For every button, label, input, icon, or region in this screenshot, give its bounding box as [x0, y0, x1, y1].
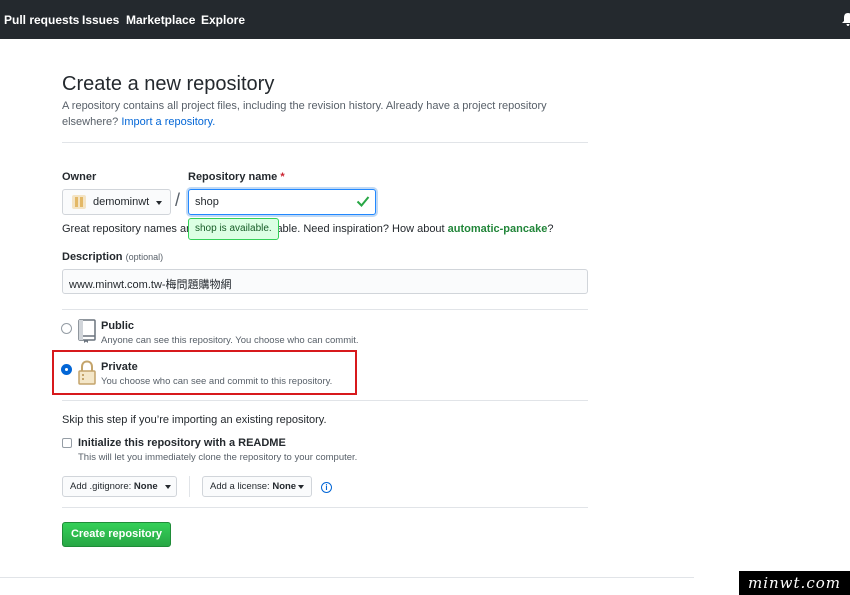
- import-repository-link[interactable]: Import a repository.: [121, 116, 215, 128]
- hint-suffix: rable. Need inspiration? How about: [272, 223, 445, 235]
- footer-divider: [0, 577, 694, 578]
- gitignore-select[interactable]: Add .gitignore: None: [62, 476, 177, 497]
- required-mark: *: [280, 171, 285, 183]
- gitignore-value: None: [133, 481, 158, 492]
- hint-prefix: Great repository names ar: [62, 223, 190, 235]
- repo-name-input[interactable]: shop: [188, 189, 376, 215]
- owner-name: demominwt: [93, 196, 150, 208]
- name-hint: Great repository names ar rable. Need ins…: [62, 223, 553, 235]
- skip-note: Skip this step if you’re importing an ex…: [62, 414, 327, 426]
- nav-pull-requests[interactable]: Pull requests: [4, 13, 79, 27]
- chevron-down-icon: [165, 485, 171, 489]
- license-select[interactable]: Add a license: None: [202, 476, 312, 497]
- repo-name-value: shop: [195, 196, 219, 208]
- hint-end: ?: [547, 223, 554, 235]
- nav-issues[interactable]: Issues: [82, 13, 119, 27]
- check-icon: [356, 196, 370, 207]
- public-radio[interactable]: [61, 323, 72, 334]
- avatar: [72, 195, 86, 209]
- divider: [62, 309, 588, 310]
- top-nav: Pull requests Issues Marketplace Explore: [0, 0, 850, 39]
- create-repository-button[interactable]: Create repository: [62, 522, 171, 547]
- public-description: Anyone can see this repository. You choo…: [101, 335, 359, 346]
- description-label-text: Description: [62, 251, 123, 263]
- slash-separator: /: [175, 190, 181, 210]
- license-value: None: [272, 481, 297, 492]
- divider: [189, 476, 190, 497]
- description-value: www.minwt.com.tw-梅問題購物網: [69, 279, 232, 291]
- watermark: minwt.com: [739, 571, 850, 595]
- highlight-box: [52, 350, 357, 395]
- owner-label: Owner: [62, 171, 97, 183]
- nav-explore[interactable]: Explore: [201, 13, 245, 27]
- repo-name-label-text: Repository name: [188, 171, 278, 183]
- availability-tooltip: shop is available.: [188, 218, 279, 240]
- license-label: Add a license:: [210, 481, 270, 492]
- description-label: Description (optional): [62, 251, 163, 263]
- description-input[interactable]: www.minwt.com.tw-梅問題購物網: [62, 269, 588, 294]
- repo-icon: [78, 319, 96, 343]
- page-subtitle: A repository contains all project files,…: [62, 98, 562, 130]
- readme-label[interactable]: Initialize this repository with a README: [78, 437, 286, 449]
- chevron-down-icon: [298, 485, 304, 489]
- gitignore-label: Add .gitignore:: [70, 481, 132, 492]
- repo-name-label: Repository name *: [188, 171, 285, 183]
- info-icon[interactable]: i: [321, 482, 332, 493]
- public-title: Public: [101, 320, 135, 332]
- readme-description: This will let you immediately clone the …: [78, 452, 358, 463]
- chevron-down-icon: [156, 201, 162, 205]
- bell-icon[interactable]: [842, 13, 850, 26]
- owner-select[interactable]: demominwt: [62, 189, 171, 215]
- readme-checkbox[interactable]: [62, 438, 72, 448]
- page-title: Create a new repository: [62, 73, 275, 95]
- nav-marketplace[interactable]: Marketplace: [126, 13, 195, 27]
- divider: [62, 400, 588, 401]
- optional-note: (optional): [125, 252, 164, 262]
- suggested-name-link[interactable]: automatic-pancake: [448, 223, 548, 235]
- divider: [62, 142, 588, 143]
- divider: [62, 507, 588, 508]
